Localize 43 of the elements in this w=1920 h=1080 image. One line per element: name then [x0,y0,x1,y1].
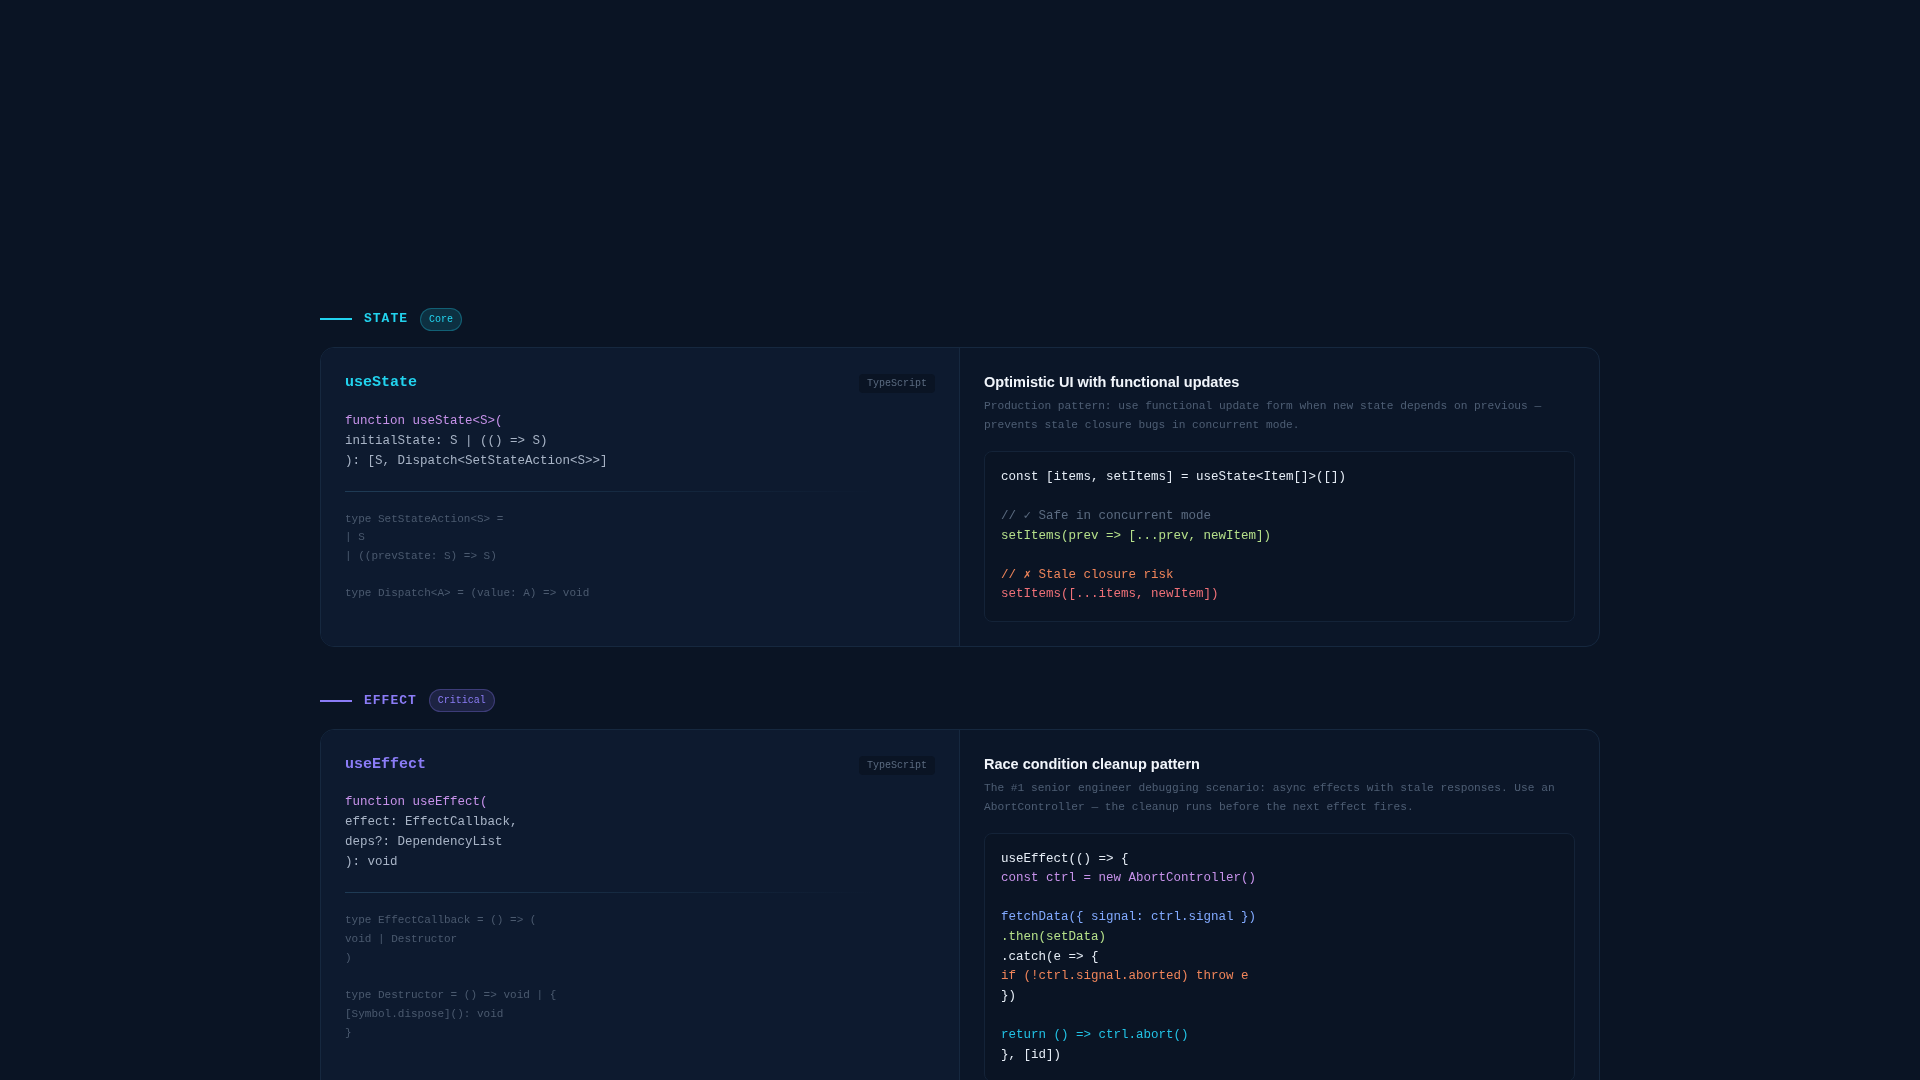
code-line: const [items, setItems] = useState<Item[]>([]) [1001,468,1348,486]
code-line: setItems([...items, newItem]) [1001,586,1220,604]
code-line: effect: EffectCallback, [345,814,519,832]
code-line: void | Destructor [345,932,459,948]
pattern-description: Production pattern: use functional update form when new state depends on previous — prevents stale closure bugs in concurrent mode. [984,398,1543,433]
code-line: ): [S, Dispatch<SetStateAction<S>>] [345,452,609,470]
code-line: return () => ctrl.abort() [1001,1027,1190,1044]
code-line: function useState<S>( [345,412,504,430]
code-line: // ✗ Stale closure risk [1001,566,1175,584]
code-line: if (!ctrl.signal.aborted) throw e [1001,968,1250,986]
code-line: .then(setData) [1001,929,1108,947]
code-line: function useEffect( [345,794,489,812]
code-line: type SetStateAction<S> = [345,511,505,527]
code-line: ): void [345,854,399,872]
section-label: STATE [364,310,408,329]
code-line: type EffectCallback = () => ( [345,913,538,929]
code-line: type Dispatch<A> = (value: A) => void [345,586,591,602]
pattern-title: Optimistic UI with functional updates [984,373,1241,392]
code-line: .catch(e => { [1001,948,1100,966]
pattern-description: The #1 senior engineer debugging scenario: async effects with stale responses. Use an AbortController — the cleanup runs before the next effect fires. [984,780,1556,815]
code-line: const ctrl = new AbortController() [1001,870,1258,888]
code-line: } [345,1025,353,1041]
language-tag: TypeScript [859,373,935,393]
code-line: fetchData({ signal: ctrl.signal }) [1001,909,1258,927]
section-tag: Core [420,307,463,331]
code-line: setItems(prev => [...prev, newItem]) [1001,527,1273,545]
code-line: deps?: DependencyList [345,834,504,852]
code-line: type Destructor = () => void | { [345,988,558,1004]
code-line: initialState: S | (() => S) [345,432,549,450]
code-line: }) [1001,987,1017,1005]
code-line: ) [345,950,353,966]
section-tag: Critical [428,689,495,713]
code-line: }, [id]) [1001,1046,1062,1064]
pattern-title: Race condition cleanup pattern [984,754,1201,774]
hook-name: useEffect [345,754,426,775]
code-line: // ✓ Safe in concurrent mode [1001,507,1213,525]
code-line: [Symbol.dispose](): void [345,1006,505,1022]
code-line: | S [345,530,366,546]
code-line: | ((prevState: S) => S) [345,548,498,564]
language-tag: TypeScript [859,755,935,775]
code-line: useEffect(() => { [1001,850,1130,868]
section-label: EFFECT [364,692,417,711]
hook-name: useState [345,373,417,393]
